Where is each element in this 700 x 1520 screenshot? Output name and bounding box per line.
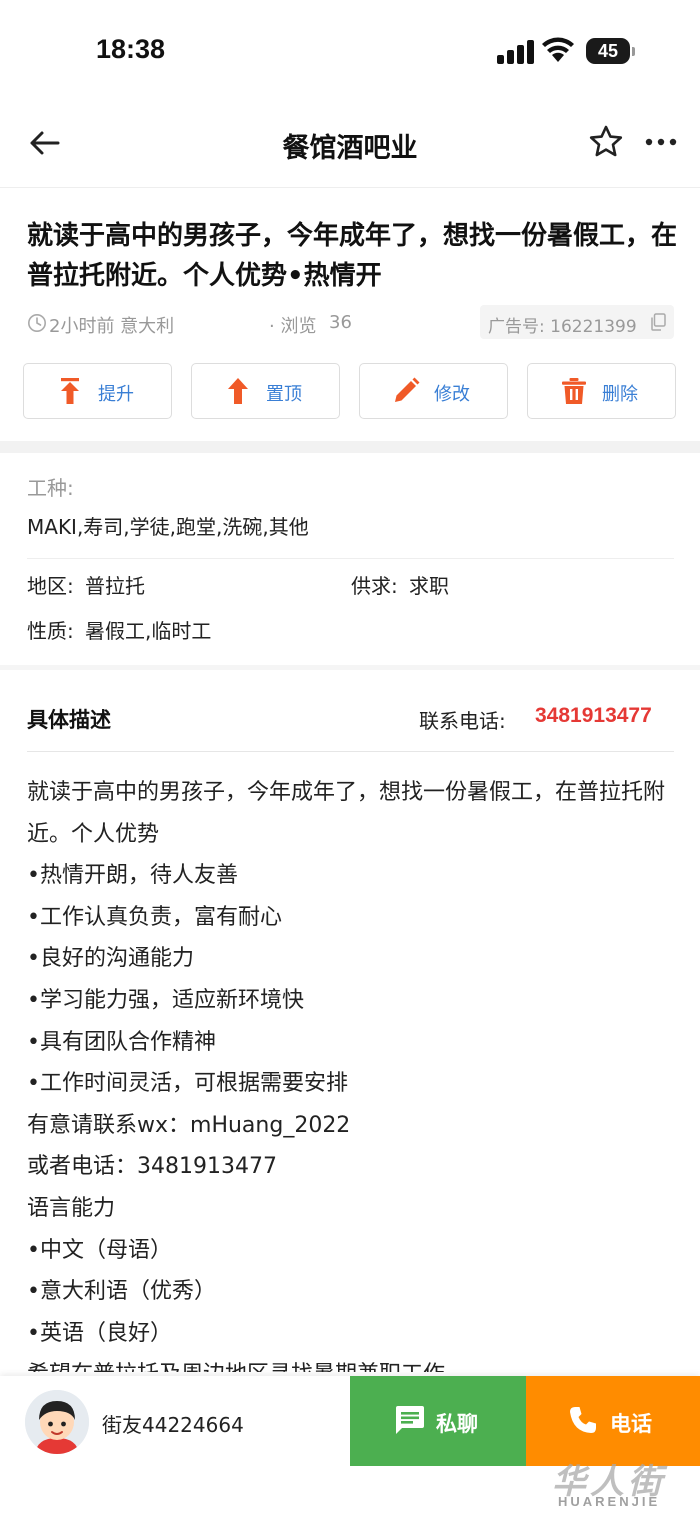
views-label: · 浏览 — [269, 316, 317, 337]
description-line: •具有团队合作精神 — [27, 1029, 216, 1055]
post-time-location: 2小时前 意大利 — [49, 316, 175, 337]
copy-icon[interactable] — [650, 313, 666, 331]
chat-bubble-icon — [396, 1406, 424, 1434]
phone-icon — [570, 1407, 596, 1433]
description-heading: 具体描述 — [27, 708, 111, 732]
description-line: 就读于高中的男孩子，今年成年了，想找一份暑假工，在普拉托附近。个人优势 — [27, 780, 666, 847]
nature-label: 性质: — [27, 619, 74, 643]
edit-label: 修改 — [434, 384, 470, 405]
more-options-icon[interactable] — [644, 130, 678, 154]
username: 街友44224664 — [102, 1413, 244, 1437]
cellular-signal-icon — [497, 38, 535, 64]
description-line: 有意请联系wx：mHuang_2022 — [27, 1112, 351, 1138]
favorite-star-icon[interactable] — [588, 124, 624, 160]
description-line: •良好的沟通能力 — [27, 946, 194, 972]
delete-label: 删除 — [602, 384, 638, 405]
divider — [27, 751, 674, 752]
description-line: 或者电话：3481913477 — [27, 1154, 277, 1180]
private-chat-button[interactable]: 私聊 — [350, 1376, 526, 1466]
navigation-bar: 餐馆酒吧业 — [0, 100, 700, 188]
description-line: •意大利语（优秀） — [27, 1279, 216, 1305]
action-buttons: 提升 置顶 修改 删除 — [23, 363, 677, 419]
region-label: 地区: — [27, 574, 74, 598]
supply-label: 供求: — [351, 574, 398, 598]
pin-top-button[interactable]: 置顶 — [191, 363, 340, 419]
call-label: 电话 — [610, 1412, 652, 1436]
huarenjie-watermark-logo: 华人街 HUARENJIE — [548, 1452, 694, 1514]
contact-phone-label: 联系电话: — [419, 709, 506, 733]
boy-avatar-icon — [25, 1390, 89, 1454]
nature-value: 暑假工,临时工 — [85, 619, 212, 643]
wifi-icon — [542, 37, 574, 62]
description-line: •英语（良好） — [27, 1320, 172, 1346]
battery-icon: 45 — [586, 38, 636, 64]
avatar[interactable] — [25, 1390, 89, 1454]
pencil-icon — [395, 377, 420, 402]
description-line: •工作认真负责，富有耐心 — [27, 904, 282, 930]
pin-top-icon — [228, 378, 248, 404]
description-line: 希望在普拉托及周边地区寻找暑期兼职工作 — [27, 1354, 677, 1372]
description-line: •中文（母语） — [27, 1237, 172, 1263]
description-line: 语言能力 — [27, 1195, 116, 1221]
boost-up-icon — [61, 378, 79, 404]
description-body: 就读于高中的男孩子，今年成年了，想找一份暑假工，在普拉托附近。个人优势 •热情开… — [27, 772, 677, 1372]
clock-icon — [28, 314, 46, 332]
ad-number-chip[interactable]: 广告号: 16221399 — [480, 305, 674, 339]
region-value: 普拉托 — [85, 574, 145, 598]
watermark-text-en: HUARENJIE — [558, 1494, 661, 1509]
status-bar: 18:38 45 — [0, 0, 700, 100]
edit-button[interactable]: 修改 — [359, 363, 508, 419]
section-divider — [0, 665, 700, 670]
ad-number: 广告号: 16221399 — [488, 317, 637, 337]
trash-icon — [562, 378, 586, 404]
delete-button[interactable]: 删除 — [527, 363, 676, 419]
section-divider — [0, 441, 700, 453]
boost-button[interactable]: 提升 — [23, 363, 172, 419]
divider — [27, 558, 674, 559]
job-type-value: MAKI,寿司,学徒,跑堂,洗碗,其他 — [27, 515, 309, 539]
boost-label: 提升 — [98, 384, 134, 405]
battery-level: 45 — [586, 38, 630, 64]
pin-top-label: 置顶 — [266, 384, 302, 405]
post-meta: 2小时前 意大利 · 浏览 36 广告号: 16221399 — [27, 305, 677, 340]
bottom-bar: 街友44224664 私聊 电话 华人街 HUARENJIE — [0, 1376, 700, 1520]
contact-phone-number[interactable]: 3481913477 — [535, 704, 652, 728]
description-line: •工作时间灵活，可根据需要安排 — [27, 1071, 348, 1097]
description-line: •热情开朗，待人友善 — [27, 863, 238, 889]
job-type-label: 工种: — [27, 476, 74, 500]
post-title: 就读于高中的男孩子，今年成年了，想找一份暑假工，在普拉托附近。个人优势•热情开 — [27, 221, 678, 291]
status-time: 18:38 — [96, 34, 166, 64]
private-chat-label: 私聊 — [436, 1412, 478, 1436]
supply-value: 求职 — [409, 574, 449, 598]
description-line: •学习能力强，适应新环境快 — [27, 987, 304, 1013]
views-count: 36 — [329, 312, 352, 333]
